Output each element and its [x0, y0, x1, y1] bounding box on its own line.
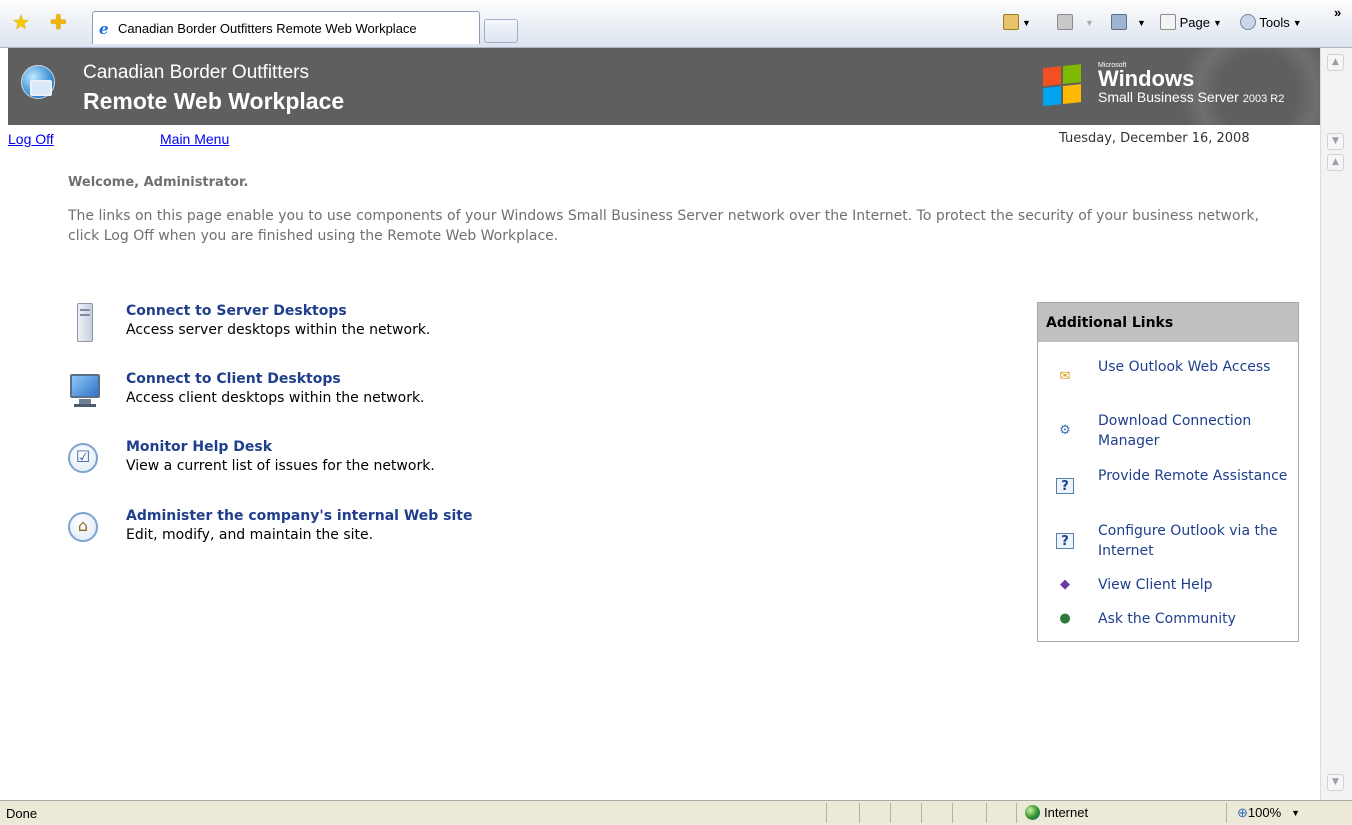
- additional-link-label[interactable]: Ask the Community: [1098, 609, 1298, 629]
- connection-icon: ⚙: [1059, 423, 1071, 438]
- book-icon: ◆: [1060, 577, 1070, 592]
- server-icon: [68, 303, 102, 343]
- task-title[interactable]: Connect to Client Desktops: [126, 371, 341, 387]
- windows-sbs-brand: Microsoft Windows Small Business Server …: [1098, 62, 1284, 105]
- gear-icon: [1240, 14, 1256, 30]
- log-off-link[interactable]: Log Off: [8, 131, 54, 147]
- zoom-control[interactable]: ⊕100% ▼: [1237, 805, 1300, 821]
- tools-menu-button[interactable]: Tools ▼: [1240, 12, 1302, 34]
- intro-text: The links on this page enable you to use…: [68, 208, 1259, 244]
- welcome-heading: Welcome, Administrator.: [68, 175, 249, 190]
- additional-link-label[interactable]: Provide Remote Assistance: [1098, 466, 1298, 486]
- company-name: Canadian Border Outfitters: [83, 62, 310, 83]
- task-title[interactable]: Monitor Help Desk: [126, 439, 272, 455]
- envelope-icon: ✉: [1059, 369, 1071, 384]
- feeds-button[interactable]: ▼: [1057, 12, 1094, 34]
- help-icon: ?: [1056, 478, 1074, 494]
- task-description: Access client desktops within the networ…: [126, 390, 425, 406]
- page-icon: [1160, 14, 1176, 30]
- home-icon: [1003, 14, 1019, 30]
- print-button[interactable]: ▼: [1111, 12, 1146, 34]
- additional-links-title: Additional Links: [1038, 303, 1298, 342]
- toolbar-overflow-chevron-icon[interactable]: »: [1334, 2, 1341, 24]
- main-menu-link[interactable]: Main Menu: [160, 131, 229, 147]
- add-favorites-icon[interactable]: ✚: [50, 12, 67, 32]
- tools-menu-label: Tools: [1259, 15, 1290, 30]
- scroll-down-arrow-icon[interactable]: ▼: [1327, 774, 1344, 791]
- page-header: Canadian Border Outfitters Remote Web Wo…: [8, 48, 1320, 125]
- tab-title: Canadian Border Outfitters Remote Web Wo…: [118, 21, 417, 36]
- scroll-up-arrow-icon[interactable]: ▲: [1327, 154, 1344, 171]
- app-title: Remote Web Workplace: [83, 88, 345, 114]
- additional-link-label[interactable]: View Client Help: [1098, 575, 1298, 595]
- status-bar: Done Internet ⊕100% ▼: [0, 800, 1352, 825]
- task-connect-client[interactable]: Connect to Client Desktops Access client…: [68, 371, 668, 415]
- task-description: Edit, modify, and maintain the site.: [126, 527, 374, 543]
- brand-product: Small Business Server 2003 R2: [1098, 89, 1285, 105]
- task-title[interactable]: Administer the company's internal Web si…: [126, 508, 473, 524]
- task-description: View a current list of issues for the ne…: [126, 458, 435, 474]
- task-admin-website[interactable]: ⌂ Administer the company's internal Web …: [68, 508, 668, 552]
- task-title[interactable]: Connect to Server Desktops: [126, 303, 347, 319]
- monitor-icon: [68, 371, 102, 411]
- scroll-down-arrow-icon[interactable]: ▼: [1327, 133, 1344, 150]
- home-button[interactable]: ▼: [1003, 12, 1031, 34]
- current-date: Tuesday, December 16, 2008: [1059, 131, 1250, 146]
- rss-feed-icon: [1057, 14, 1073, 30]
- favorites-star-icon[interactable]: ★: [12, 12, 30, 32]
- additional-links-panel: Additional Links ✉ Use Outlook Web Acces…: [1037, 302, 1299, 642]
- internet-globe-icon: [1025, 805, 1040, 820]
- help-icon: ?: [1056, 533, 1074, 549]
- page-menu-label: Page: [1179, 15, 1210, 30]
- home-icon: ⌂: [68, 508, 102, 548]
- scroll-up-arrow-icon[interactable]: ▲: [1327, 54, 1344, 71]
- checkbox-icon: ☑: [68, 439, 102, 479]
- windows-flag-logo-icon: [1043, 64, 1083, 108]
- brand-windows: Windows: [1098, 66, 1195, 91]
- additional-link-label[interactable]: Use Outlook Web Access: [1098, 357, 1298, 377]
- page-scrollbar[interactable]: ▲ ▼ ▲ ▼: [1320, 48, 1352, 800]
- task-connect-server[interactable]: Connect to Server Desktops Access server…: [68, 303, 668, 347]
- task-help-desk[interactable]: ☑ Monitor Help Desk View a current list …: [68, 439, 668, 483]
- browser-tab-active[interactable]: e Canadian Border Outfitters Remote Web …: [92, 11, 480, 44]
- printer-icon: [1111, 14, 1127, 30]
- browser-toolbar: ★ ✚ e Canadian Border Outfitters Remote …: [0, 0, 1352, 48]
- globe-monitor-icon: [21, 65, 55, 99]
- ie-logo-icon: e: [99, 20, 109, 38]
- new-tab-button[interactable]: [484, 19, 518, 43]
- community-icon: ●: [1059, 611, 1071, 626]
- page-menu-button[interactable]: Page ▼: [1160, 12, 1222, 34]
- additional-link-label[interactable]: Download Connection Manager: [1098, 411, 1298, 451]
- zoom-magnifier-icon: ⊕: [1237, 805, 1248, 820]
- additional-link-label[interactable]: Configure Outlook via the Internet: [1098, 521, 1298, 561]
- task-description: Access server desktops within the networ…: [126, 322, 431, 338]
- status-text: Done: [6, 806, 38, 821]
- security-zone[interactable]: Internet: [1025, 805, 1088, 820]
